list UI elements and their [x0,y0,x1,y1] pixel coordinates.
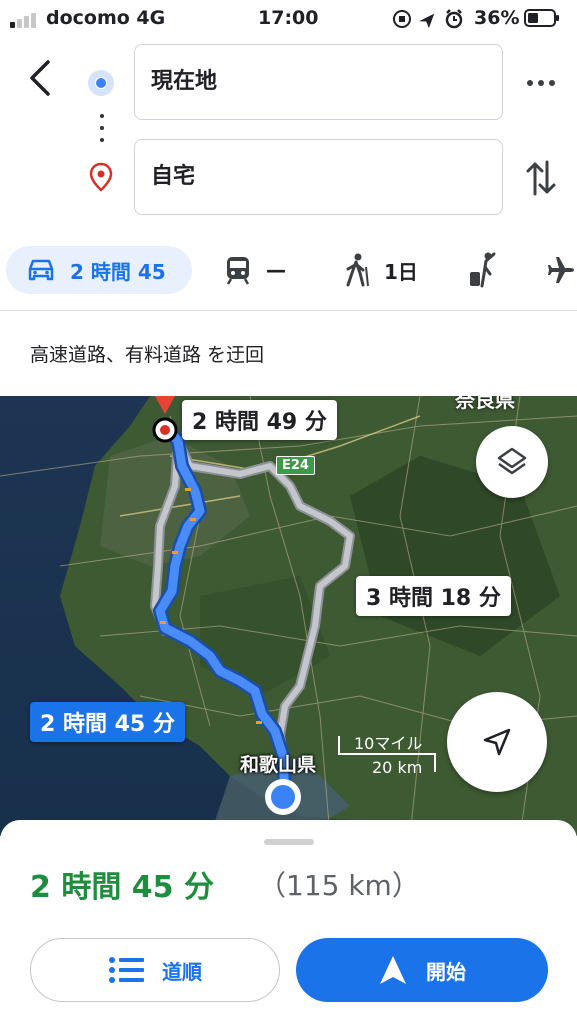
highway-badge: E24 [276,456,315,475]
swap-icon[interactable] [524,156,558,200]
trip-duration: 2 時間 45 分 [30,870,214,905]
destination-pin-icon [89,162,113,192]
origin-input[interactable]: 現在地 [134,44,503,120]
train-icon [226,257,250,285]
route-connector-dots [99,114,105,144]
steps-button-label: 道順 [162,959,202,984]
start-button[interactable]: 開始 [296,938,548,1002]
carrier-label: docomo 4G [46,7,166,29]
trip-distance: （115 km） [258,869,420,902]
destination-input[interactable]: 自宅 [134,139,503,215]
route-summary-sheet: 2 時間 45 分 （115 km） 道順 開始 [0,820,577,1024]
tab-walking[interactable]: 1日 [344,246,418,294]
status-time: 17:00 [258,7,319,29]
route-options-note: 高速道路、有料道路 を迂回 [30,344,265,366]
map-view[interactable]: 奈良県 E24 2 時間 49 分 3 時間 18 分 2 時間 45 分 和歌… [0,396,577,836]
route-label-alt2[interactable]: 3 時間 18 分 [356,576,511,616]
car-icon [28,259,54,281]
navigation-arrow-icon [483,728,511,756]
walk-icon [346,253,369,287]
tab-transit[interactable]: — [224,246,286,294]
battery-percent: 36% [474,7,520,29]
status-bar: docomo 4G 17:00 36% [0,0,577,36]
map-scale: 10マイル 20 km [338,730,438,780]
signal-strength-icon [10,10,42,28]
scale-miles: 10マイル [354,734,423,753]
navigation-icon [380,956,406,984]
more-options-icon[interactable] [524,66,558,100]
layers-button[interactable] [476,426,548,498]
origin-dot-icon [88,70,114,96]
tab-rideshare[interactable] [468,246,512,294]
tab-driving-label: 2 時間 45 [70,259,166,284]
plane-icon [548,257,574,283]
sheet-drag-handle[interactable] [264,839,314,845]
map-label-prefecture: 和歌山県 [240,754,317,776]
battery-icon [524,9,559,27]
divider [0,310,577,311]
back-icon[interactable] [22,56,58,100]
tab-walking-label: 1日 [384,259,418,284]
steps-button[interactable]: 道順 [30,938,280,1002]
route-label-selected[interactable]: 2 時間 45 分 [30,702,185,742]
tab-flights[interactable] [546,246,577,294]
tab-driving[interactable]: 2 時間 45 [6,246,192,294]
rideshare-icon [470,252,496,288]
recenter-button[interactable] [447,692,547,792]
layers-icon [497,447,527,475]
start-button-label: 開始 [426,959,466,984]
status-icons [393,9,463,29]
travel-mode-tabs: 2 時間 45 — 1日 [0,240,577,300]
map-label-nara: 奈良県 [455,396,515,412]
scale-km: 20 km [372,758,423,777]
route-label-alt1[interactable]: 2 時間 49 分 [182,400,337,440]
list-icon [109,957,144,983]
tab-transit-label: — [266,258,286,282]
